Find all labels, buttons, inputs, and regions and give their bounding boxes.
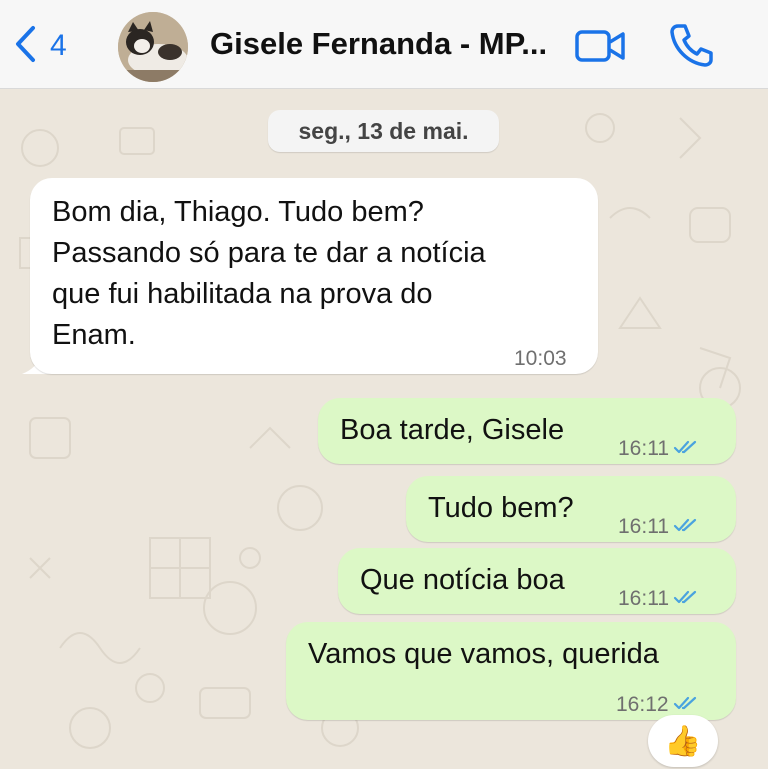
message-time: 10:03 <box>514 347 567 370</box>
message-line: Passando só para te dar a notícia <box>52 237 486 269</box>
message-text: Vamos que vamos, querida <box>308 638 659 670</box>
message-text: Tudo bem? <box>428 492 574 524</box>
message-time: 16:11 <box>618 587 669 610</box>
phone-icon <box>668 24 714 72</box>
contact-name[interactable]: Gisele Fernanda - MP... <box>210 26 560 62</box>
video-camera-icon <box>574 30 626 68</box>
video-call-button[interactable] <box>574 28 626 69</box>
message-line: Enam. <box>52 319 136 351</box>
message-meta: 16:11 <box>618 578 701 619</box>
cat-avatar-image <box>118 12 188 82</box>
read-ticks-icon <box>673 506 701 547</box>
message-text: Que notícia boa <box>360 564 565 596</box>
message-line: que fui habilitada na prova do <box>52 278 433 310</box>
message-outgoing[interactable]: Tudo bem? 16:11 <box>406 476 736 542</box>
message-line: Bom dia, Thiago. Tudo bem? <box>52 196 424 228</box>
unread-count: 4 <box>50 29 67 62</box>
chevron-left-icon <box>14 25 36 68</box>
message-text: Boa tarde, Gisele <box>340 414 565 446</box>
avatar[interactable] <box>118 12 188 82</box>
message-incoming[interactable]: Bom dia, Thiago. Tudo bem? Passando só p… <box>30 178 598 374</box>
message-outgoing[interactable]: Boa tarde, Gisele 16:11 <box>318 398 736 464</box>
message-time: 16:11 <box>618 515 669 538</box>
read-ticks-icon <box>673 578 701 619</box>
thumbs-up-reaction[interactable]: 👍 <box>648 715 718 767</box>
message-meta: 16:11 <box>618 506 701 547</box>
chat-header: 4 Gisele Fernanda - MP... <box>0 0 768 89</box>
message-meta: 16:11 <box>618 428 701 469</box>
voice-call-button[interactable] <box>668 22 714 73</box>
date-separator: seg., 13 de mai. <box>268 110 499 152</box>
read-ticks-icon <box>673 428 701 469</box>
message-outgoing[interactable]: Que notícia boa 16:11 <box>338 548 736 614</box>
back-button[interactable]: 4 <box>14 25 67 68</box>
message-time: 16:11 <box>618 437 669 460</box>
message-outgoing[interactable]: Vamos que vamos, querida 16:12 <box>286 622 736 720</box>
